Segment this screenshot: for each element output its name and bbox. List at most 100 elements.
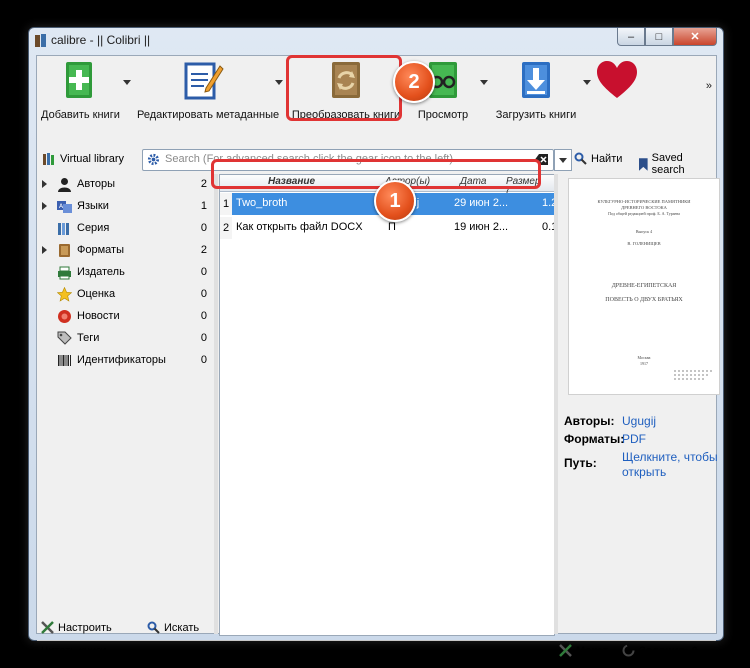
cover-header-3: Под общей редакцией проф. Б. А. Тураева [608,211,680,216]
tag-label: Издатель [77,266,125,278]
maximize-button[interactable]: □ [645,28,673,46]
cover-year: 1917 [640,361,648,366]
tag-count: 0 [200,266,207,278]
edit-metadata-dropdown[interactable] [275,80,283,85]
tag-label: Языки [77,200,109,212]
tag-label: Серия [77,222,110,234]
edit-metadata-icon [184,62,224,100]
expand-arrow-icon[interactable] [42,246,47,254]
details-path-label: Путь: [564,456,597,470]
tag-count: 0 [200,288,207,300]
cover-author: В. ГОЛЕНИЩЕВ [627,241,661,246]
tag-label: Идентификаторы [77,354,166,366]
row-number: 2 [220,217,232,239]
tag-find-label: Искать [164,621,200,634]
cover-city: Москва [637,355,651,360]
tag-count: 0 [200,354,207,366]
add-books-label: Добавить книги [41,109,120,121]
cover-title-2: ПОВЕСТЬ О ДВУХ БРАТЬЯХ [605,297,683,303]
virtual-library-label: Virtual library [60,153,124,165]
row-highlight-box [211,159,541,189]
search-icon [147,621,160,634]
book-list: Название Автор(ы) Дата Размер (... 1 Two… [219,174,555,636]
step-badge-2: 2 [393,61,435,103]
tag-find-button[interactable]: Искать [147,621,199,634]
minimize-button[interactable]: – [617,28,645,46]
status-text: Читать книги [41,645,107,657]
tag-label: Авторы [77,178,115,190]
gear-icon[interactable] [147,153,160,166]
tag-item-series[interactable]: Серия 0 [37,218,212,240]
expand-arrow-icon[interactable] [42,202,47,210]
tools-icon [559,644,572,657]
donate-button[interactable] [593,58,641,105]
tag-label: Форматы [77,244,124,256]
cover-stamp-marks [674,370,712,380]
tag-count: 0 [200,310,207,322]
tag-label: Теги [77,332,100,344]
tag-count: 0 [200,332,207,344]
edit-metadata-button[interactable]: Редактировать метаданные [137,58,280,121]
layout-button[interactable]: Макет [559,644,608,657]
jobs-button[interactable]: Задания: 0 [622,644,698,657]
book-details-panel: КУЛЬТУРНО-ИСТОРИЧЕСКИЕ ПАМЯТНИКИ ДРЕВНЕГ… [558,174,720,634]
configure-button[interactable]: Настроить [41,621,112,634]
tags-icon [57,331,72,345]
formats-icon [59,244,70,257]
tag-item-news[interactable]: Новости 0 [37,306,212,328]
download-books-icon [522,62,550,98]
identifiers-icon [58,355,71,366]
details-authors-link[interactable]: Ugugij [622,414,722,429]
tag-label: Новости [77,310,120,322]
left-splitter[interactable] [214,174,218,634]
cover-issue: Выпуск 4 [635,229,653,234]
main-area: Добавить книги Редактировать метаданные [36,55,720,657]
find-button[interactable]: Найти [574,152,622,165]
tag-count: 2 [200,178,207,190]
tag-item-tags[interactable]: Теги 0 [37,328,212,350]
add-book-icon [66,62,92,98]
tag-browser-footer: Настроить Искать [37,619,212,639]
tag-count: 1 [200,200,207,212]
details-path-link[interactable]: Щелкните, чтобы открыть [622,450,722,480]
row-number: 1 [220,193,232,215]
more-toolbar-button[interactable]: » [706,80,712,92]
tag-item-identifiers[interactable]: Идентификаторы 0 [37,350,212,372]
news-icon [58,310,71,323]
expand-arrow-icon[interactable] [42,180,47,188]
donate-heart-icon [597,61,637,98]
step-badge-1: 1 [374,180,416,222]
download-books-button[interactable]: Загрузить книги [495,58,577,121]
authors-icon [58,178,71,192]
tag-item-rating[interactable]: Оценка 0 [37,284,212,306]
bookmark-icon [639,157,648,171]
add-books-button[interactable]: Добавить книги [41,58,120,121]
view-book-dropdown[interactable] [480,80,488,85]
tools-icon [41,621,54,634]
add-books-dropdown[interactable] [123,80,131,85]
search-icon [574,152,587,165]
details-formats-label: Форматы: [564,432,625,446]
calibre-app-icon [35,34,46,47]
details-formats-link[interactable]: PDF [622,432,722,447]
tag-item-authors[interactable]: Авторы 2 [37,174,212,196]
tag-item-languages[interactable]: A Языки 1 [37,196,212,218]
close-button[interactable]: ✕ [673,28,717,46]
series-icon [58,223,69,235]
cover-header-1: КУЛЬТУРНО-ИСТОРИЧЕСКИЕ ПАМЯТНИКИ [597,199,691,204]
edit-metadata-label: Редактировать метаданные [137,109,280,121]
download-books-dropdown[interactable] [583,80,591,85]
tag-item-publisher[interactable]: Издатель 0 [37,262,212,284]
tag-label: Оценка [77,288,116,300]
virtual-library-button[interactable]: Virtual library [42,152,124,166]
cell-title: Two_broth [236,197,288,209]
tag-browser: Авторы 2 A Языки 1 Серия 0 Форматы 2 Изд… [37,174,212,619]
saved-search-button[interactable]: Saved search [639,152,716,176]
languages-icon: A [57,201,72,213]
saved-search-label: Saved search [651,152,685,176]
search-history-dropdown[interactable] [554,149,572,171]
title-bar[interactable]: calibre - || Colibri || – □ ✕ [29,28,723,54]
book-cover[interactable]: КУЛЬТУРНО-ИСТОРИЧЕСКИЕ ПАМЯТНИКИ ДРЕВНЕГ… [568,178,720,395]
tag-item-formats[interactable]: Форматы 2 [37,240,212,262]
cell-date: 29 июн 2... [454,197,509,209]
